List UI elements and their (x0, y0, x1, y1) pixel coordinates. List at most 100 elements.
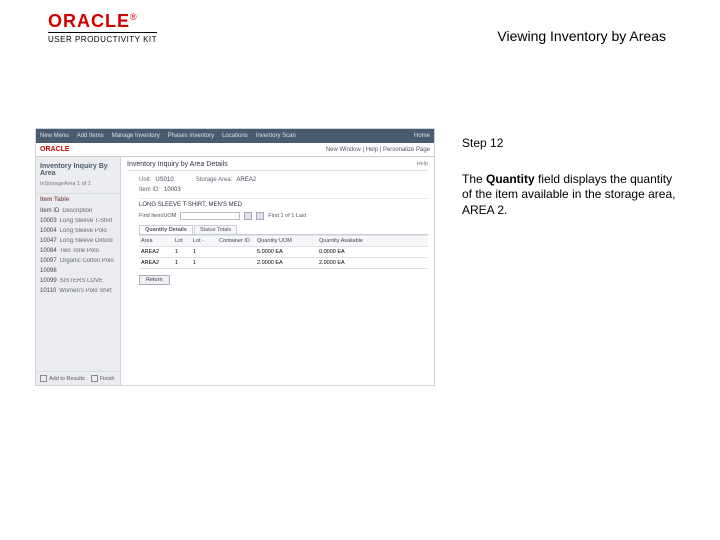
kv-row-2: Item ID: 10003 (139, 187, 428, 193)
menu-link[interactable]: Home (414, 133, 430, 139)
sidebar-row-id: 10004 (40, 228, 57, 234)
grid-row[interactable]: AREA2 1 1 5.0000 EA 0.0000 EA (139, 247, 428, 258)
sidebar-row-desc: Two Tone Polo (60, 248, 116, 254)
step-panel: Step 12 The Quantity field displays the … (462, 136, 677, 218)
menu-item[interactable]: Phases Inventory (168, 133, 214, 139)
sidebar-row-desc: Long Sleeve Oxford (60, 238, 116, 244)
sidebar-row-id: 10099 (40, 278, 57, 284)
tab-status-totals[interactable]: Status Totals (194, 225, 237, 234)
app-logobar-links[interactable]: New Window | Help | Personalize Page (326, 147, 430, 153)
product-line: USER PRODUCTIVITY KIT (48, 32, 157, 44)
sidebar-row-desc (60, 268, 116, 274)
sidebar-row-desc: Long Sleeve Polo (60, 228, 116, 234)
app-body: Inventory Inquiry By Area InStorageArea … (36, 157, 434, 385)
cell: 0.0000 EA (317, 247, 381, 257)
cell: 1 (191, 247, 217, 257)
sidebar-row[interactable]: 10110Women's Polo Shirt (36, 286, 120, 296)
return-button[interactable]: Return (139, 275, 170, 285)
cell: 5.0000 EA (255, 247, 317, 257)
step-label: Step 12 (462, 136, 677, 152)
sidebar-row[interactable]: 10099SISTERS LOVE (36, 276, 120, 286)
sidebar-row[interactable]: 10097Organic Cotton Polo (36, 256, 120, 266)
kv-val: US010 (155, 177, 173, 183)
kv-row-1: Unit: US010 Storage Area:AREA2 (139, 177, 428, 183)
sidebar-section: Item Table (36, 193, 120, 206)
cell: AREA2 (139, 258, 173, 268)
cell (217, 258, 255, 268)
col-lot2: Lot - (191, 236, 217, 246)
grid-icon[interactable] (244, 212, 252, 220)
sidebar-row-desc: Women's Polo Shirt (59, 288, 116, 294)
sidebar-row-id: 10110 (40, 288, 56, 294)
cell (217, 247, 255, 257)
sidebar-row[interactable]: 10004Long Sleeve Polo (36, 226, 120, 236)
oracle-logo: ORACLE® (48, 12, 157, 30)
kv-key: Storage Area: (196, 177, 233, 183)
app-titlebar: New Menu Add Items Manage Inventory Phas… (36, 129, 434, 143)
step-text-bold: Quantity (486, 172, 535, 186)
sidebar-row-desc: Long Sleeve T-Shirt (60, 218, 116, 224)
oracle-logo-text: ORACLE (48, 11, 130, 31)
sidebar-row[interactable]: 10047Long Sleeve Oxford (36, 236, 120, 246)
step-text-pre: The (462, 172, 486, 186)
main-panel: Inventory Inquiry by Area Details Help U… (121, 157, 434, 385)
app-oracle-logo: ORACLE (40, 146, 70, 153)
paging-hint: First 1 of 1 Last (268, 213, 306, 219)
sidebar-sub: InStorageArea 1 of 1 (36, 181, 120, 193)
col-container: Container ID (217, 236, 255, 246)
cell: AREA2 (139, 247, 173, 257)
sidebar-row-desc: SISTERS LOVE (60, 278, 116, 284)
col-qty-avail: Quantity Available (317, 236, 381, 246)
tab-quantity-details[interactable]: Quantity Details (139, 225, 193, 234)
cell: 2.0000 EA (317, 258, 381, 268)
grid-row[interactable]: AREA2 1 1 2.0000 EA 2.0000 EA (139, 258, 428, 269)
kv-key: Item ID: (139, 187, 160, 193)
find-select[interactable] (180, 212, 240, 220)
find-label: Find Item/UOM (139, 213, 176, 219)
menu-item[interactable]: Add Items (77, 133, 104, 139)
oracle-tm: ® (130, 12, 137, 22)
sidebar-row[interactable]: 10084Two Tone Polo (36, 246, 120, 256)
cell: 1 (173, 258, 191, 268)
app-screenshot: New Menu Add Items Manage Inventory Phas… (35, 128, 435, 386)
find-row: Find Item/UOM First 1 of 1 Last (139, 212, 428, 220)
grid-icon[interactable] (256, 212, 264, 220)
sidebar-row[interactable]: 10003Long Sleeve T-Shirt (36, 216, 120, 226)
kv-val: 10003 (164, 187, 181, 193)
menu-right[interactable]: Home (414, 133, 430, 139)
main-title: Inventory Inquiry by Area Details (127, 161, 228, 168)
kv-val: AREA2 (236, 177, 256, 183)
sidebar-row-id: 10098 (40, 268, 57, 274)
sidebar-footer-add[interactable]: Add to Results (40, 375, 85, 382)
menu-item[interactable]: Manage Inventory (112, 133, 160, 139)
cell: 1 (173, 247, 191, 257)
cell: 2.0000 EA (255, 258, 317, 268)
app-logobar: ORACLE New Window | Help | Personalize P… (36, 143, 434, 157)
sidebar-row-desc: Organic Cotton Polo (60, 258, 116, 264)
sidebar-head-desc: Description (62, 208, 116, 214)
help-link[interactable]: Help (417, 161, 428, 168)
menu-item[interactable]: Inventory Scan (256, 133, 296, 139)
sidebar-head-id: Item ID (40, 208, 59, 214)
sidebar-footer-finish[interactable]: Finish (91, 375, 115, 382)
cell: 1 (191, 258, 217, 268)
kv-key: Unit: (139, 177, 151, 183)
col-area: Area (139, 236, 173, 246)
sidebar-row-id: 10047 (40, 238, 57, 244)
sidebar-footer: Add to Results Finish (36, 371, 120, 385)
tabs: Quantity Details Status Totals (139, 225, 428, 235)
grid-header: Area Lot Lot - Container ID Quantity UOM… (139, 235, 428, 247)
main-title-row: Inventory Inquiry by Area Details Help (127, 161, 428, 171)
sidebar-row-id: 10097 (40, 258, 57, 264)
menu-item[interactable]: New Menu (40, 133, 69, 139)
item-description: LONG SLEEVE T-SHIRT, MEN'S MED (139, 198, 428, 208)
col-qty-uom: Quantity UOM (255, 236, 317, 246)
page-title: Viewing Inventory by Areas (497, 28, 666, 44)
button-row: Return (139, 275, 428, 285)
sidebar-row-id: 10003 (40, 218, 57, 224)
menu-item[interactable]: Locations (222, 133, 248, 139)
sidebar: Inventory Inquiry By Area InStorageArea … (36, 157, 121, 385)
sidebar-row[interactable]: 10098 (36, 266, 120, 276)
sidebar-row-id: 10084 (40, 248, 57, 254)
branding: ORACLE® USER PRODUCTIVITY KIT (48, 12, 157, 44)
